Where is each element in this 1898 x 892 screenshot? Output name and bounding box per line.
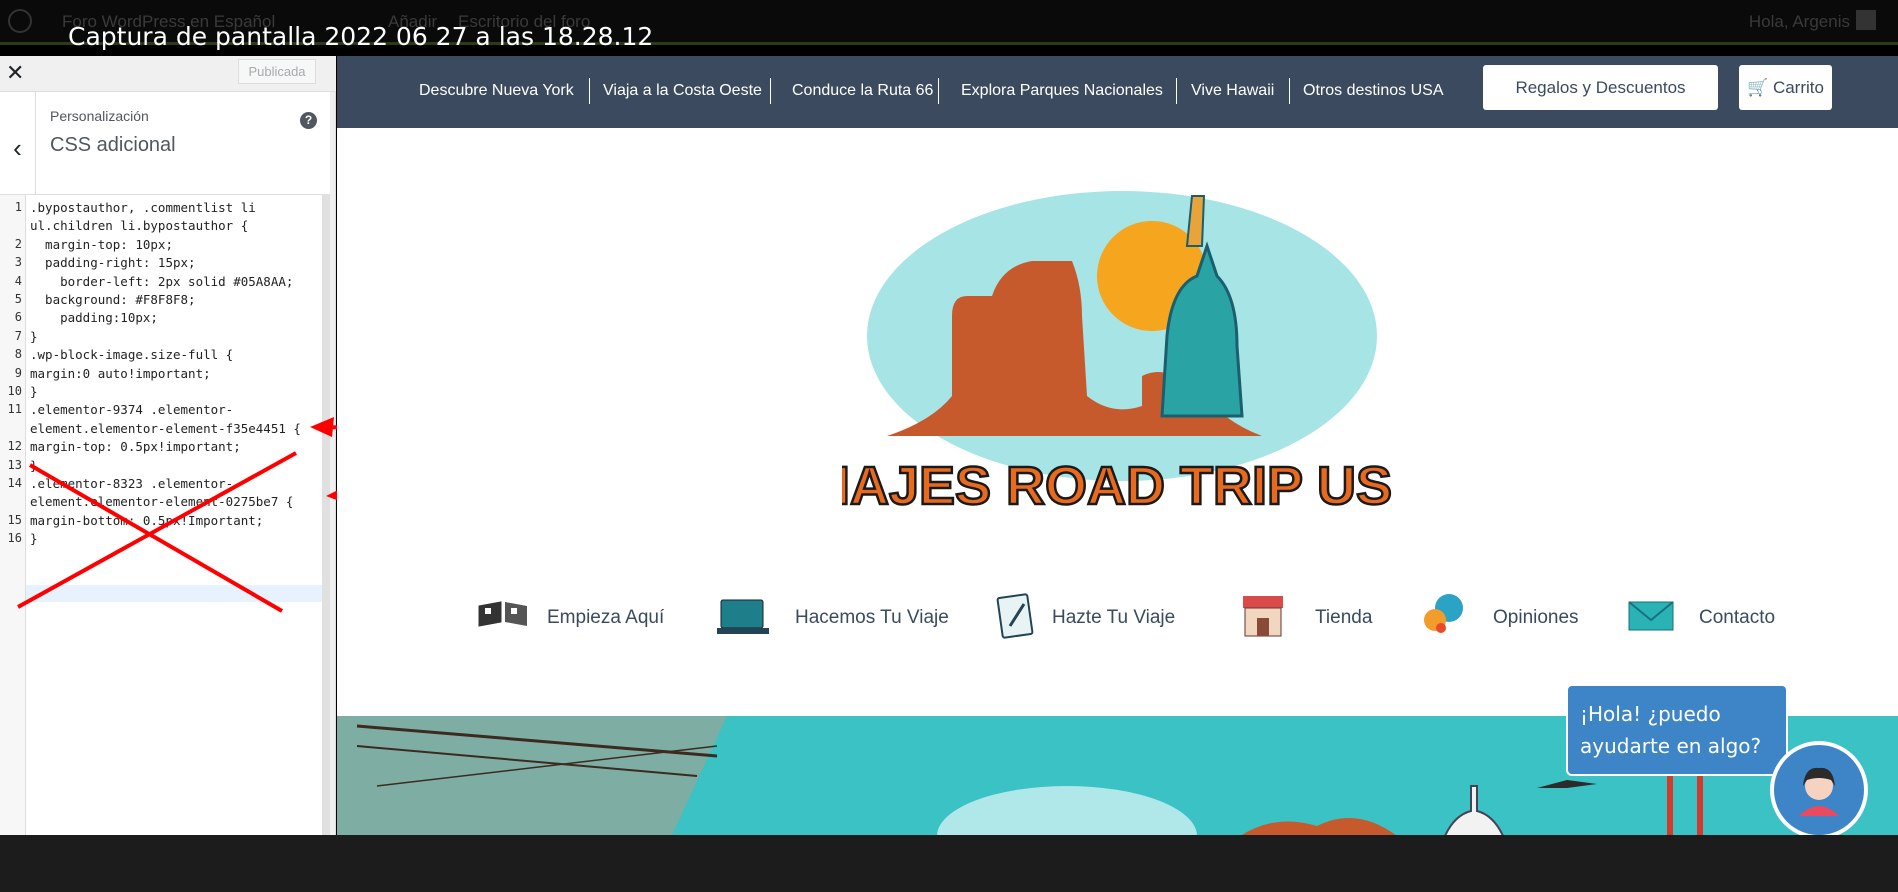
nav-national-parks[interactable]: Explora Parques Nacionales [961, 82, 1163, 100]
css-code-editor[interactable]: 1 .bypostauthor, .commentlist li ul.childr… [0, 194, 322, 836]
menu-item-label: Contacto [1699, 607, 1776, 628]
menu-item-label: Hacemos Tu Viaje [795, 607, 949, 628]
nav-separator [1176, 78, 1177, 104]
customizer-panel: ✕ Publicada ‹ Personalización CSS adicio… [0, 56, 336, 836]
chat-greeting-bubble[interactable]: ¡Hola! ¿puedo ayudarte en algo? [1566, 684, 1788, 776]
strike-line-1 [17, 451, 297, 609]
nav-new-york[interactable]: Descubre Nueva York [419, 82, 574, 100]
user-avatar[interactable] [1856, 10, 1876, 30]
section-breadcrumb: Personalización [50, 108, 149, 124]
help-icon[interactable]: ? [300, 112, 317, 129]
menu-item-shop[interactable]: Tienda [1237, 586, 1372, 646]
nav-other-destinations[interactable]: Otros destinos USA [1303, 82, 1444, 100]
menu-item-contact[interactable]: Contacto [1625, 586, 1775, 646]
laptop-icon [717, 599, 769, 634]
menu-item-trip-service[interactable]: Hacemos Tu Viaje [715, 586, 949, 646]
menu-item-label: Empieza Aquí [547, 607, 665, 628]
capture-title: Captura de pantalla 2022 06 27 a las 18.… [68, 22, 654, 51]
top-navigation: Descubre Nueva York Viaja a la Costa Oes… [337, 56, 1898, 128]
menu-item-label: Tienda [1315, 607, 1373, 628]
screenshot-root: Foro WordPress en Español Añadir Escrito… [0, 0, 1898, 892]
menu-item-diy-trip[interactable]: Hazte Tu Viaje [992, 586, 1175, 646]
nav-separator [770, 78, 771, 104]
wordpress-logo-icon[interactable] [8, 9, 32, 33]
arrow-1-head [310, 417, 334, 437]
menu-item-start[interactable]: Empieza Aquí [471, 586, 664, 646]
close-icon[interactable]: ✕ [6, 60, 24, 86]
section-header: ‹ Personalización CSS adicional ? [0, 92, 330, 204]
nav-separator [589, 78, 590, 104]
notepad-icon [996, 593, 1034, 639]
strike-annotation [17, 451, 297, 613]
speech-bubbles-icon [1424, 594, 1463, 633]
back-chevron-icon[interactable]: ‹ [0, 92, 36, 204]
section-title: CSS adicional [50, 134, 176, 156]
menu-item-reviews[interactable]: Opiniones [1417, 586, 1579, 646]
checkered-flags-icon [478, 601, 527, 627]
customizer-header: ✕ Publicada [0, 56, 336, 92]
gifts-discounts-button[interactable]: Regalos y Descuentos [1483, 65, 1718, 110]
site-logo[interactable]: VIAJES ROAD TRIP USA [842, 136, 1392, 536]
envelope-icon [1628, 601, 1674, 631]
icon-menu: Empieza Aquí Hacemos Tu Viaje Hazte Tu V… [337, 586, 1898, 646]
nav-separator [1289, 78, 1290, 104]
logo-text: VIAJES ROAD TRIP USA [842, 456, 1392, 516]
nav-west-coast[interactable]: Viaja a la Costa Oeste [603, 82, 762, 100]
strike-line-2 [28, 463, 284, 613]
menu-item-label: Hazte Tu Viaje [1052, 607, 1176, 628]
support-agent-icon [1786, 757, 1852, 823]
menu-item-label: Opiniones [1493, 607, 1579, 628]
nav-route-66[interactable]: Conduce la Ruta 66 [792, 82, 933, 100]
publish-button[interactable]: Publicada [238, 59, 316, 84]
cart-label: Carrito [1772, 78, 1824, 97]
shop-icon [1243, 596, 1283, 637]
adminbar-greeting[interactable]: Hola, Argenis [1749, 12, 1850, 32]
nav-separator [938, 78, 939, 104]
cart-icon: 🛒 [1747, 78, 1769, 97]
nav-hawaii[interactable]: Vive Hawaii [1191, 82, 1274, 100]
cart-button[interactable]: 🛒 Carrito [1739, 65, 1832, 110]
bottom-dock-area [0, 835, 1898, 892]
